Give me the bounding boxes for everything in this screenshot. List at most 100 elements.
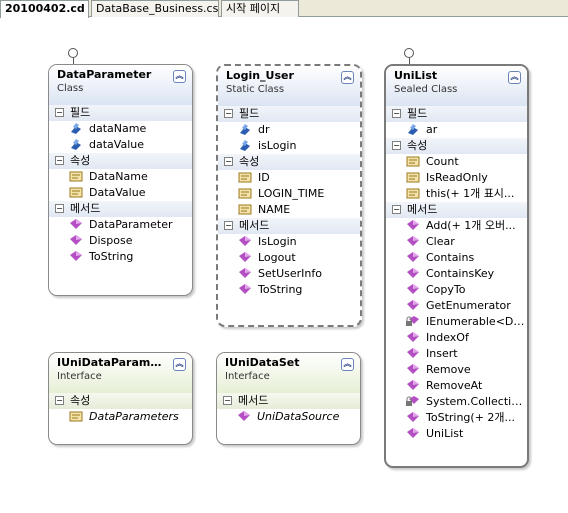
member-method[interactable]: Add(+ 1개 오버... <box>386 218 527 234</box>
member-method[interactable]: DataParameter <box>49 217 192 233</box>
collapse-section-icon[interactable]: − <box>392 140 401 150</box>
class-shape-dataparameter[interactable]: DataParameter Class ︽ − 필드 dataName dataV… <box>48 64 193 296</box>
section-methods[interactable]: − 메서드 <box>217 393 360 409</box>
class-shape-unilist[interactable]: UniList Sealed Class ︽ − 필드 ar − 속성 Count … <box>384 64 529 468</box>
member-method[interactable]: SetUserInfo <box>218 266 360 282</box>
member-method[interactable]: Dispose <box>49 233 192 249</box>
collapse-section-icon[interactable]: − <box>55 155 64 165</box>
collapse-section-icon[interactable]: − <box>223 395 232 405</box>
collapse-section-icon[interactable]: − <box>224 220 233 230</box>
collapse-chevron-icon[interactable]: ︽ <box>341 71 354 84</box>
collapse-section-icon[interactable]: − <box>55 107 64 117</box>
collapse-section-icon[interactable]: − <box>392 108 401 118</box>
member-method[interactable]: UniList <box>386 426 527 442</box>
section-properties[interactable]: − 속성 <box>218 154 360 170</box>
member-method[interactable]: IndexOf <box>386 330 527 346</box>
member-label: ID <box>258 171 270 184</box>
section-properties[interactable]: − 속성 <box>49 153 192 169</box>
member-field[interactable]: dataName <box>49 121 192 137</box>
member-property[interactable]: NAME <box>218 202 360 218</box>
member-property[interactable]: DataValue <box>49 185 192 201</box>
section-label: 필드 <box>407 107 428 120</box>
field-icon <box>240 140 250 151</box>
member-label: LOGIN_TIME <box>258 187 325 200</box>
method-icon <box>70 219 82 229</box>
interface-shape-iunidataset[interactable]: IUniDataSet Interface ︽ − 메서드 UniDataSour… <box>216 352 361 445</box>
member-property[interactable]: this(+ 1개 표시... <box>386 186 527 202</box>
member-method[interactable]: ToString <box>218 282 360 298</box>
member-method[interactable]: IEnumerable<Da... <box>386 314 527 330</box>
collapse-chevron-icon[interactable]: ︽ <box>173 70 186 83</box>
tab-database-business[interactable]: DataBase_Business.cs <box>91 0 219 17</box>
section-fields[interactable]: − 필드 <box>49 105 192 121</box>
document-tab-strip: 20100402.cd DataBase_Business.cs 시작 페이지 <box>0 0 568 18</box>
collapse-section-icon[interactable]: − <box>224 108 233 118</box>
member-method[interactable]: ToString(+ 2개... <box>386 410 527 426</box>
collapse-chevron-icon[interactable]: ︽ <box>341 358 354 371</box>
class-header: Login_User Static Class ︽ <box>218 66 360 106</box>
member-method[interactable]: CopyTo <box>386 282 527 298</box>
member-label: ar <box>426 123 438 136</box>
member-label: ToString <box>89 250 134 263</box>
section-properties[interactable]: − 속성 <box>386 138 527 154</box>
member-property[interactable]: ID <box>218 170 360 186</box>
member-method[interactable]: Contains <box>386 250 527 266</box>
method-icon <box>407 300 419 310</box>
member-method[interactable]: GetEnumerator <box>386 298 527 314</box>
member-label: Clear <box>426 235 455 248</box>
class-shape-login-user[interactable]: Login_User Static Class ︽ − 필드 dr isLogin… <box>216 64 362 327</box>
member-property[interactable]: DataName <box>49 169 192 185</box>
interface-header: IUniDataSet Interface ︽ <box>217 353 360 393</box>
member-method[interactable]: ToString <box>49 249 192 265</box>
section-methods[interactable]: − 메서드 <box>49 201 192 217</box>
section-methods[interactable]: − 메서드 <box>218 218 360 234</box>
method-icon <box>70 251 82 261</box>
member-label: dataValue <box>89 138 144 151</box>
section-methods[interactable]: − 메서드 <box>386 202 527 218</box>
collapse-chevron-icon[interactable]: ︽ <box>173 358 186 371</box>
tab-class-diagram[interactable]: 20100402.cd <box>0 0 89 18</box>
property-icon <box>406 156 420 167</box>
collapse-section-icon[interactable]: − <box>224 156 233 166</box>
interface-shape-iunidataparameter[interactable]: IUniDataParame... Interface ︽ − 속성 DataPa… <box>48 352 193 445</box>
member-property[interactable]: DataParameters <box>49 409 192 425</box>
method-icon <box>407 332 419 342</box>
member-method[interactable]: System.Collection... <box>386 394 527 410</box>
member-property[interactable]: LOGIN_TIME <box>218 186 360 202</box>
class-kind: Sealed Class <box>394 84 458 95</box>
field-icon <box>71 139 81 150</box>
member-property[interactable]: Count <box>386 154 527 170</box>
member-method[interactable]: Logout <box>218 250 360 266</box>
field-icon <box>240 124 250 135</box>
collapse-chevron-icon[interactable]: ︽ <box>508 71 521 84</box>
member-method[interactable]: Remove <box>386 362 527 378</box>
collapse-section-icon[interactable]: − <box>55 395 64 405</box>
member-property[interactable]: IsReadOnly <box>386 170 527 186</box>
class-kind: Static Class <box>226 84 285 95</box>
member-method[interactable]: ContainsKey <box>386 266 527 282</box>
interface-title: IUniDataSet <box>225 356 300 369</box>
section-fields[interactable]: − 필드 <box>218 106 360 122</box>
member-method[interactable]: UniDataSource <box>217 409 360 425</box>
method-icon <box>407 284 419 294</box>
method-icon <box>407 236 419 246</box>
section-label: 필드 <box>239 107 260 120</box>
member-field[interactable]: dataValue <box>49 137 192 153</box>
member-method[interactable]: Clear <box>386 234 527 250</box>
member-method[interactable]: IsLogin <box>218 234 360 250</box>
collapse-section-icon[interactable]: − <box>392 204 401 214</box>
class-header: DataParameter Class ︽ <box>49 65 192 105</box>
method-icon <box>407 252 419 262</box>
member-field[interactable]: ar <box>386 122 527 138</box>
collapse-section-icon[interactable]: − <box>55 203 64 213</box>
member-field[interactable]: dr <box>218 122 360 138</box>
member-method[interactable]: RemoveAt <box>386 378 527 394</box>
section-fields[interactable]: − 필드 <box>386 106 527 122</box>
member-label: CopyTo <box>426 283 466 296</box>
tab-start-page[interactable]: 시작 페이지 <box>221 0 299 17</box>
member-field[interactable]: isLogin <box>218 138 360 154</box>
member-label: dataName <box>89 122 147 135</box>
member-method[interactable]: Insert <box>386 346 527 362</box>
section-label: 메서드 <box>239 219 270 232</box>
section-properties[interactable]: − 속성 <box>49 393 192 409</box>
